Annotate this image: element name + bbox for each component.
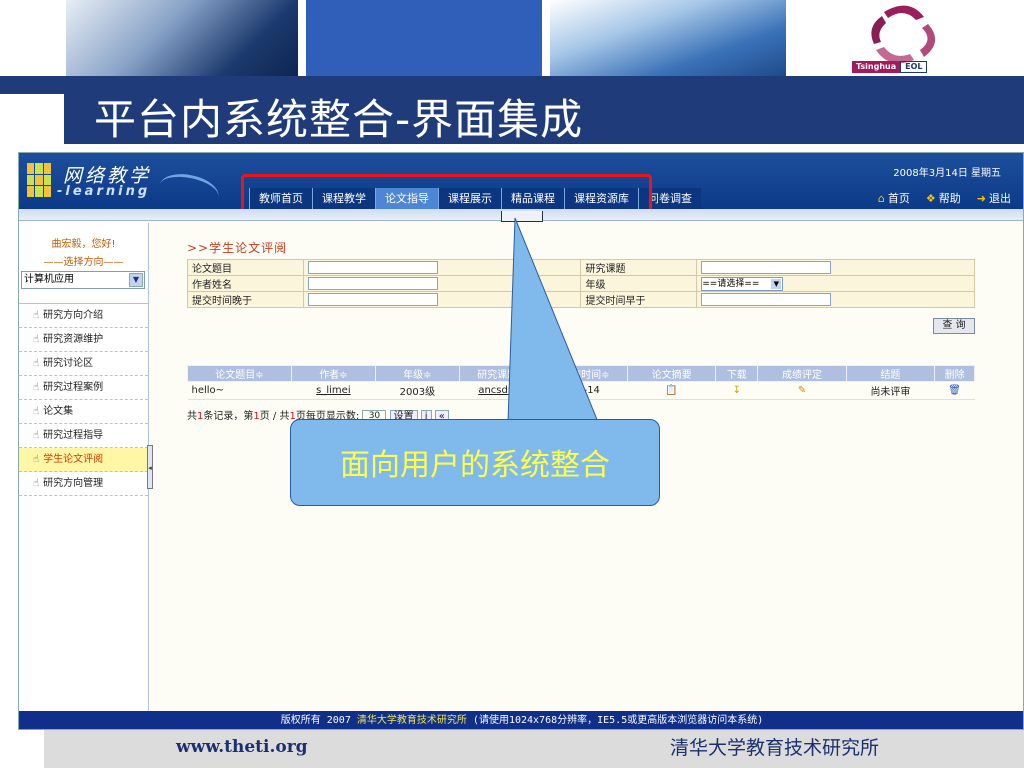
banner-photo-building — [550, 0, 786, 76]
label-thesis-title: 论文题目 — [187, 259, 304, 276]
banner-photo-keyboard — [66, 0, 298, 76]
sidebar-item-resource-maintenance[interactable]: ☝ 研究资源维护 — [19, 328, 148, 352]
sidebar-item-discussion[interactable]: ☝ 研究讨论区 — [19, 352, 148, 376]
main-content: >>学生论文评阅 论文题目 研究课题 作者姓名 年级 ==请选择== ▼ 提交时间… — [187, 239, 977, 423]
hand-pointer-icon: ☝ — [33, 454, 40, 465]
table-row: hello~ s_limei 2003级 ancsdrad 11-14 📋 ↧ … — [187, 381, 975, 400]
hand-pointer-icon: ☝ — [33, 478, 40, 489]
submitted-before-input[interactable] — [701, 293, 832, 306]
elearning-logo-icon — [27, 163, 51, 197]
chevron-down-icon: ▼ — [771, 278, 782, 289]
help-icon: ❖ — [925, 192, 936, 205]
footer-org: 清华大学教育技术研究所 — [670, 737, 880, 759]
results-table: 论文题目≑ 作者≑ 年级≑ 研究课题≑ 提交时间≑ 论文摘要 下载 成绩评定 结… — [187, 365, 975, 400]
footer-org-link[interactable]: 清华大学教育技术研究所 — [357, 715, 467, 726]
download-icon[interactable]: ↧ — [715, 381, 758, 400]
col-research-topic[interactable]: 研究课题≑ — [458, 365, 544, 382]
exit-icon: ➜ — [976, 192, 986, 205]
abstract-icon[interactable]: 📋 — [627, 381, 716, 400]
hand-pointer-icon: ☝ — [33, 310, 40, 321]
results-header-row: 论文题目≑ 作者≑ 年级≑ 研究课题≑ 提交时间≑ 论文摘要 下载 成绩评定 结… — [187, 365, 975, 382]
sidebar-toggle[interactable]: ◂ — [147, 445, 153, 489]
slide-banner: Tsinghua EOL — [0, 0, 1024, 78]
sidebar-item-direction-management[interactable]: ☝ 研究方向管理 — [19, 472, 148, 496]
query-button[interactable]: 查 询 — [933, 318, 975, 334]
home-icon: ⌂ — [877, 192, 885, 205]
tsinghua-eol-logo-text: Tsinghua EOL — [852, 61, 928, 73]
col-download: 下载 — [715, 365, 759, 382]
slide-title: 平台内系统整合-界面集成 — [94, 95, 584, 144]
col-submit-time[interactable]: 提交时间≑ — [542, 365, 628, 382]
direction-label: ——选择方向—— — [43, 257, 124, 268]
banner-photo-blue — [306, 0, 542, 76]
col-author[interactable]: 作者≑ — [290, 365, 376, 382]
hand-pointer-icon: ☝ — [33, 430, 40, 441]
cell-status: 尚未评审 — [846, 381, 935, 400]
cell-author-link[interactable]: s_limei — [291, 381, 376, 400]
callout-text: 面向用户的系统整合 — [340, 448, 610, 483]
greeting-text: 曲宏毅，您好! — [51, 239, 116, 250]
col-delete: 删除 — [934, 365, 975, 382]
hand-pointer-icon: ☝ — [33, 382, 40, 393]
sidebar-item-process-guidance[interactable]: ☝ 研究过程指导 — [19, 424, 148, 448]
col-grading: 成绩评定 — [757, 365, 847, 382]
sidebar-item-process-cases[interactable]: ☝ 研究过程案例 — [19, 376, 148, 400]
grade-select[interactable]: ==请选择== ▼ — [701, 276, 784, 291]
app-header: 网络教学 -learning 2008年3月14日 星期五 教师首页 课程教学 … — [19, 153, 1023, 214]
chevron-down-icon: ▼ — [129, 273, 143, 287]
label-submitted-before: 提交时间早于 — [580, 291, 698, 308]
col-completion: 结题 — [845, 365, 936, 382]
app-date: 2008年3月14日 星期五 — [893, 168, 1001, 179]
query-form: 论文题目 研究课题 作者姓名 年级 ==请选择== ▼ 提交时间晚于 提交时间早于 — [187, 259, 975, 308]
hand-pointer-icon: ☝ — [33, 358, 40, 369]
top-link-exit[interactable]: ➜ 退出 — [977, 190, 1011, 206]
page-title: >>学生论文评阅 — [187, 241, 288, 255]
col-thesis-title[interactable]: 论文题目≑ — [187, 365, 292, 382]
footer-url: www.theti.org — [176, 737, 308, 757]
hand-pointer-icon: ☝ — [33, 334, 40, 345]
sidebar: 曲宏毅，您好! ——选择方向—— 计算机应用 ▼ ☝ 研究方向介绍 ☝ 研究资源维护… — [19, 223, 149, 729]
collapse-tab[interactable] — [501, 211, 543, 222]
cell-grade: 2003级 — [375, 381, 460, 400]
col-grade[interactable]: 年级≑ — [374, 365, 460, 382]
hand-pointer-icon: ☝ — [33, 406, 40, 417]
label-research-topic: 研究课题 — [580, 259, 698, 276]
label-author-name: 作者姓名 — [187, 275, 304, 292]
app-footer: 版权所有 2007 清华大学教育技术研究所 (请使用1024x768分辨率，IE… — [19, 711, 1023, 729]
sidebar-item-thesis-collection[interactable]: ☝ 论文集 — [19, 400, 148, 424]
sidebar-list: ☝ 研究方向介绍 ☝ 研究资源维护 ☝ 研究讨论区 ☝ 研究过程案例 ☝ 论文集 ☝ 研究过… — [19, 303, 148, 496]
thesis-title-input[interactable] — [307, 261, 438, 274]
label-grade: 年级 — [580, 275, 698, 292]
research-topic-input[interactable] — [701, 261, 832, 274]
grade-pencil-icon[interactable]: ✎ — [757, 381, 847, 400]
col-abstract: 论文摘要 — [626, 365, 717, 382]
top-link-help[interactable]: ❖ 帮助 — [926, 190, 961, 206]
cell-thesis-title: hello~ — [187, 381, 292, 400]
delete-trash-icon[interactable]: 🗑 — [934, 381, 975, 400]
cell-submit-time: 11-14 — [543, 381, 628, 400]
label-submitted-after: 提交时间晚于 — [187, 291, 304, 308]
app-logo-en: -learning — [57, 184, 151, 199]
top-link-home[interactable]: ⌂ 首页 — [878, 190, 910, 206]
author-name-input[interactable] — [307, 277, 438, 290]
cell-topic-link[interactable]: ancsdrad — [459, 381, 544, 400]
sidebar-item-thesis-review[interactable]: ☝ 学生论文评阅 — [19, 448, 148, 472]
top-links: ⌂ 首页 ❖ 帮助 ➜ 退出 — [878, 190, 1011, 206]
direction-select[interactable]: 计算机应用 ▼ — [21, 271, 145, 289]
sidebar-item-research-intro[interactable]: ☝ 研究方向介绍 — [19, 304, 148, 328]
nav-highlight-box — [241, 174, 652, 214]
submitted-after-input[interactable] — [307, 293, 438, 306]
